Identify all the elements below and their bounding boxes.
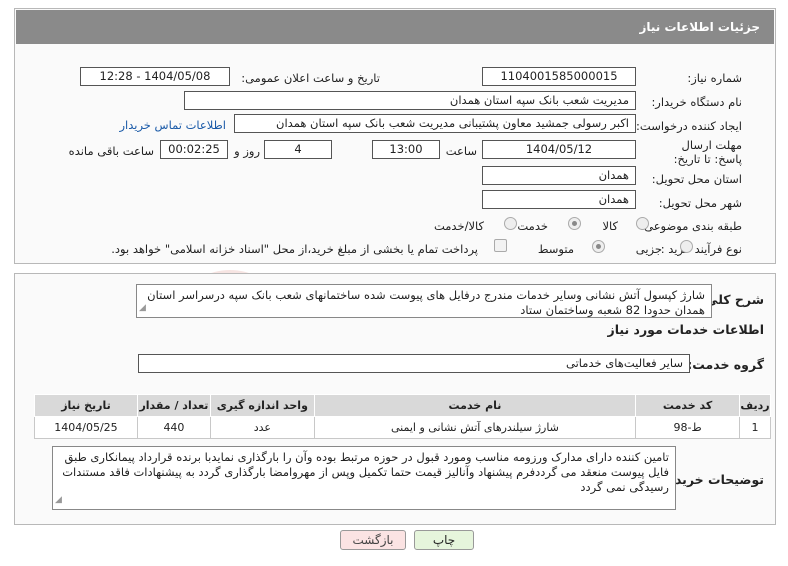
category-radio-goods-service[interactable] — [504, 217, 517, 230]
deadline-time-field: 13:00 — [372, 140, 440, 159]
deadline-time-label: ساعت — [445, 144, 477, 158]
process-option-medium: متوسط — [537, 242, 574, 256]
remaining-label: ساعت باقی مانده — [68, 144, 154, 158]
buyer-notes-textarea: تامین کننده دارای مدارک ورزومه مناسب ومو… — [52, 446, 676, 510]
process-radio-minor[interactable] — [680, 240, 693, 253]
category-radio-goods[interactable] — [636, 217, 649, 230]
cell-date: 1404/05/25 — [34, 416, 138, 439]
announce-label: تاریخ و ساعت اعلان عمومی: — [241, 71, 380, 85]
description-textarea: شارژ کپسول آتش نشانی وسایر خدمات مندرج د… — [136, 284, 712, 318]
buyer-field: مدیریت شعب بانک سپه استان همدان — [184, 91, 636, 110]
deadline-label: مهلت ارسال پاسخ: تا تاریخ: — [673, 138, 742, 166]
process-radio-medium[interactable] — [592, 240, 605, 253]
remaining-time-field: 00:02:25 — [160, 140, 228, 159]
resize-handle-icon[interactable]: ◢ — [139, 301, 146, 316]
col-name: نام خدمت — [313, 394, 637, 417]
process-label: نوع فرآیند خرید : — [660, 242, 742, 256]
need-number-label: شماره نیاز: — [687, 71, 742, 85]
days-field: 4 — [264, 140, 332, 159]
col-row: ردیف — [739, 394, 771, 417]
table-row: 1 ط-98 شارژ سیلندرهای آتش نشانی و ایمنی … — [34, 416, 771, 439]
buyer-notes-text: تامین کننده دارای مدارک ورزومه مناسب ومو… — [62, 450, 669, 494]
category-label: طبقه بندی موضوعی: — [640, 219, 742, 233]
col-unit: واحد اندازه گیری — [209, 394, 315, 417]
creator-label: ایجاد کننده درخواست: — [636, 119, 742, 133]
col-qty: تعداد / مقدار — [136, 394, 211, 417]
city-field: همدان — [482, 190, 636, 209]
category-radio-service[interactable] — [568, 217, 581, 230]
cell-row: 1 — [739, 416, 771, 439]
cell-code: ط-98 — [635, 416, 741, 439]
treasury-checkbox[interactable] — [494, 239, 507, 252]
col-code: کد خدمت — [635, 394, 741, 417]
city-label: شهر محل تحویل: — [658, 196, 742, 210]
province-field: همدان — [482, 166, 636, 185]
service-group-label: گروه خدمت: — [687, 357, 764, 372]
table-header-row: ردیف کد خدمت نام خدمت واحد اندازه گیری ت… — [34, 394, 771, 417]
cell-qty: 440 — [136, 416, 211, 439]
resize-handle-icon[interactable]: ◢ — [55, 493, 62, 508]
category-option-service: خدمت — [517, 219, 548, 233]
col-date: تاریخ نیاز — [34, 394, 138, 417]
services-section-title: اطلاعات خدمات مورد نیاز — [607, 322, 765, 337]
province-label: استان محل تحویل: — [651, 172, 742, 186]
category-option-goods: کالا — [602, 219, 618, 233]
process-option-minor: جزیی — [635, 242, 662, 256]
service-group-field: سایر فعالیت‌های خدماتی — [138, 354, 690, 373]
announce-field: 1404/05/08 - 12:28 — [80, 67, 230, 86]
panel-header: جزئیات اطلاعات نیاز — [16, 10, 774, 44]
buyer-contact-link[interactable]: اطلاعات تماس خریدار — [119, 118, 226, 132]
cell-unit: عدد — [209, 416, 315, 439]
services-table: ردیف کد خدمت نام خدمت واحد اندازه گیری ت… — [34, 394, 771, 439]
description-text: شارژ کپسول آتش نشانی وسایر خدمات مندرج د… — [147, 288, 705, 317]
need-number-field: 1104001585000015 — [482, 67, 636, 86]
days-label: روز و — [234, 144, 260, 158]
print-button[interactable]: چاپ — [414, 530, 474, 550]
deadline-date-field: 1404/05/12 — [482, 140, 636, 159]
category-option-goods-service: کالا/خدمت — [433, 219, 484, 233]
payment-note: پرداخت تمام یا بخشی از مبلغ خرید،از محل … — [111, 242, 478, 256]
back-button[interactable]: بازگشت — [340, 530, 406, 550]
creator-field: اکبر رسولی جمشید معاون پشتیبانی مدیریت ش… — [234, 114, 636, 133]
cell-name: شارژ سیلندرهای آتش نشانی و ایمنی — [313, 416, 637, 439]
panel-title: جزئیات اطلاعات نیاز — [639, 20, 760, 34]
buyer-label: نام دستگاه خریدار: — [651, 95, 742, 109]
